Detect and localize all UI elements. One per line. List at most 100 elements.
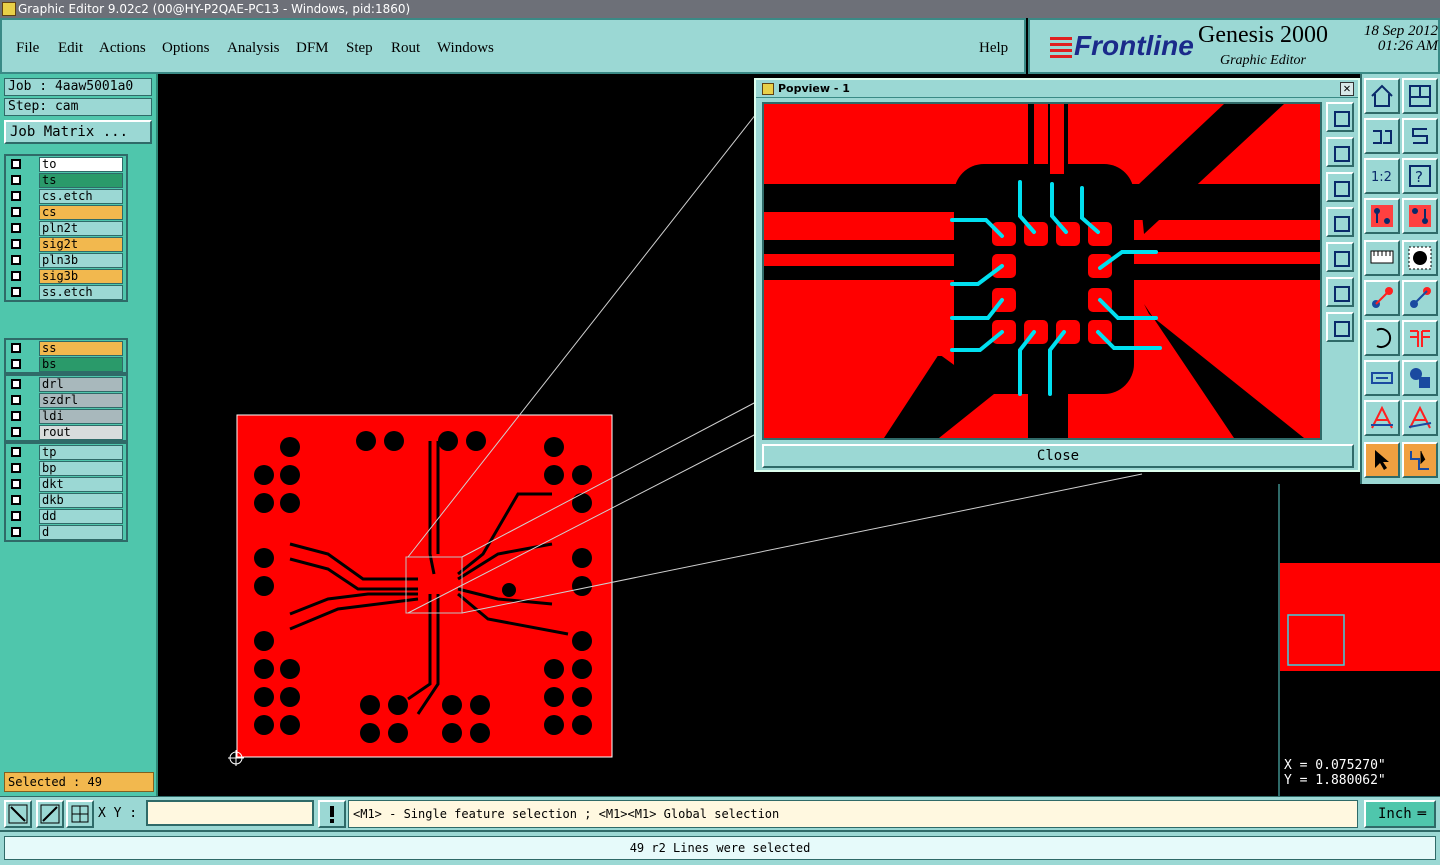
layer-name[interactable]: drl bbox=[39, 377, 123, 392]
layer-checkbox[interactable] bbox=[11, 271, 21, 281]
menu-windows[interactable]: Windows bbox=[437, 40, 494, 57]
measure-icon[interactable] bbox=[1364, 360, 1400, 396]
layer-row[interactable]: pln3b bbox=[6, 252, 126, 268]
layer-checkbox[interactable] bbox=[11, 511, 21, 521]
alert-icon[interactable] bbox=[318, 800, 346, 828]
layer-name[interactable]: tp bbox=[39, 445, 123, 460]
layer-row[interactable]: bs bbox=[6, 356, 126, 372]
layer-name[interactable]: cs bbox=[39, 205, 123, 220]
undo-icon[interactable] bbox=[1364, 118, 1400, 154]
layer-checkbox[interactable] bbox=[11, 223, 21, 233]
popview-close-button[interactable]: Close bbox=[762, 444, 1354, 468]
layer-name[interactable]: ts bbox=[39, 173, 123, 188]
layer-row[interactable]: ts bbox=[6, 172, 126, 188]
menu-edit[interactable]: Edit bbox=[58, 40, 83, 57]
overview-map[interactable] bbox=[1278, 484, 1440, 752]
layer-checkbox[interactable] bbox=[11, 287, 21, 297]
select-pointer-icon[interactable] bbox=[1364, 442, 1400, 478]
layer-row[interactable]: sig2t bbox=[6, 236, 126, 252]
layer-name[interactable]: dkt bbox=[39, 477, 123, 492]
layer-name[interactable]: bs bbox=[39, 357, 123, 372]
add-line-icon[interactable] bbox=[1364, 280, 1400, 316]
route-select-icon[interactable] bbox=[1402, 442, 1438, 478]
menu-analysis[interactable]: Analysis bbox=[227, 40, 280, 57]
popview-zoom-icon[interactable] bbox=[1326, 102, 1354, 132]
add-line-alt-icon[interactable] bbox=[1402, 280, 1438, 316]
popview-left-icon[interactable] bbox=[1326, 207, 1354, 237]
layer-checkbox[interactable] bbox=[11, 479, 21, 489]
home-icon[interactable] bbox=[1364, 78, 1400, 114]
layer-checkbox[interactable] bbox=[11, 495, 21, 505]
pad-icon[interactable] bbox=[1402, 240, 1438, 276]
popview-down-icon[interactable] bbox=[1326, 172, 1354, 202]
text-a-alt-icon[interactable] bbox=[1402, 400, 1438, 436]
popview-up-icon[interactable] bbox=[1326, 137, 1354, 167]
layer-name[interactable]: dkb bbox=[39, 493, 123, 508]
layer-name[interactable]: rout bbox=[39, 425, 123, 440]
help-icon[interactable]: ? bbox=[1402, 158, 1438, 194]
menu-help[interactable]: Help bbox=[979, 40, 1008, 57]
layer-name[interactable]: pln2t bbox=[39, 221, 123, 236]
layer-name[interactable]: d bbox=[39, 525, 123, 540]
popview-close-icon[interactable]: ✕ bbox=[1340, 82, 1354, 96]
net-select-icon[interactable] bbox=[1364, 198, 1400, 234]
snap-icon[interactable] bbox=[36, 800, 64, 828]
menu-step[interactable]: Step bbox=[346, 40, 373, 57]
popview-right-icon[interactable] bbox=[1326, 242, 1354, 272]
layer-row[interactable]: ss.etch bbox=[6, 284, 126, 300]
job-matrix-button[interactable]: Job Matrix ... bbox=[4, 120, 152, 144]
layer-name[interactable]: cs.etch bbox=[39, 189, 123, 204]
menu-file[interactable]: File bbox=[16, 40, 39, 57]
layer-checkbox[interactable] bbox=[11, 447, 21, 457]
scale-1-2-icon[interactable]: 1:2 bbox=[1364, 158, 1400, 194]
text-a-icon[interactable] bbox=[1364, 400, 1400, 436]
layer-checkbox[interactable] bbox=[11, 343, 21, 353]
layer-checkbox[interactable] bbox=[11, 239, 21, 249]
layer-name[interactable]: pln3b bbox=[39, 253, 123, 268]
layer-row[interactable]: ss bbox=[6, 340, 126, 356]
layer-checkbox[interactable] bbox=[11, 463, 21, 473]
layer-checkbox[interactable] bbox=[11, 411, 21, 421]
layer-row[interactable]: dkt bbox=[6, 476, 126, 492]
layer-name[interactable]: dd bbox=[39, 509, 123, 524]
redraw-icon[interactable] bbox=[1402, 118, 1438, 154]
layer-checkbox[interactable] bbox=[11, 427, 21, 437]
layer-row[interactable]: cs.etch bbox=[6, 188, 126, 204]
layer-row[interactable]: rout bbox=[6, 424, 126, 440]
layer-row[interactable]: cs bbox=[6, 204, 126, 220]
layer-row[interactable]: bp bbox=[6, 460, 126, 476]
layer-row[interactable]: sig3b bbox=[6, 268, 126, 284]
layer-name[interactable]: sig3b bbox=[39, 269, 123, 284]
xy-input[interactable] bbox=[146, 800, 314, 826]
arc-icon[interactable] bbox=[1364, 320, 1400, 356]
layer-row[interactable]: dd bbox=[6, 508, 126, 524]
layer-row[interactable]: dkb bbox=[6, 492, 126, 508]
layer-checkbox[interactable] bbox=[11, 159, 21, 169]
popview-center-icon[interactable] bbox=[1326, 312, 1354, 342]
window-layout-icon[interactable] bbox=[1402, 78, 1438, 114]
layer-checkbox[interactable] bbox=[11, 175, 21, 185]
unit-select[interactable]: Inch ═ bbox=[1364, 800, 1436, 828]
layer-checkbox[interactable] bbox=[11, 207, 21, 217]
menu-options[interactable]: Options bbox=[162, 40, 210, 57]
layer-checkbox[interactable] bbox=[11, 191, 21, 201]
layer-checkbox[interactable] bbox=[11, 527, 21, 537]
layer-name[interactable]: ldi bbox=[39, 409, 123, 424]
zoom-area-icon[interactable] bbox=[4, 800, 32, 828]
layer-name[interactable]: ss.etch bbox=[39, 285, 123, 300]
popview-fit-icon[interactable] bbox=[1326, 277, 1354, 307]
layer-row[interactable]: tp bbox=[6, 444, 126, 460]
layer-row[interactable]: drl bbox=[6, 376, 126, 392]
layer-checkbox[interactable] bbox=[11, 359, 21, 369]
layer-row[interactable]: d bbox=[6, 524, 126, 540]
net-connect-icon[interactable] bbox=[1402, 198, 1438, 234]
layer-row[interactable]: to bbox=[6, 156, 126, 172]
popview-canvas[interactable] bbox=[762, 102, 1322, 440]
menu-rout[interactable]: Rout bbox=[391, 40, 420, 57]
layer-name[interactable]: ss bbox=[39, 341, 123, 356]
layer-row[interactable]: szdrl bbox=[6, 392, 126, 408]
ruler-icon[interactable] bbox=[1364, 240, 1400, 276]
layer-row[interactable]: ldi bbox=[6, 408, 126, 424]
flip-icon[interactable] bbox=[1402, 320, 1438, 356]
menu-dfm[interactable]: DFM bbox=[296, 40, 329, 57]
